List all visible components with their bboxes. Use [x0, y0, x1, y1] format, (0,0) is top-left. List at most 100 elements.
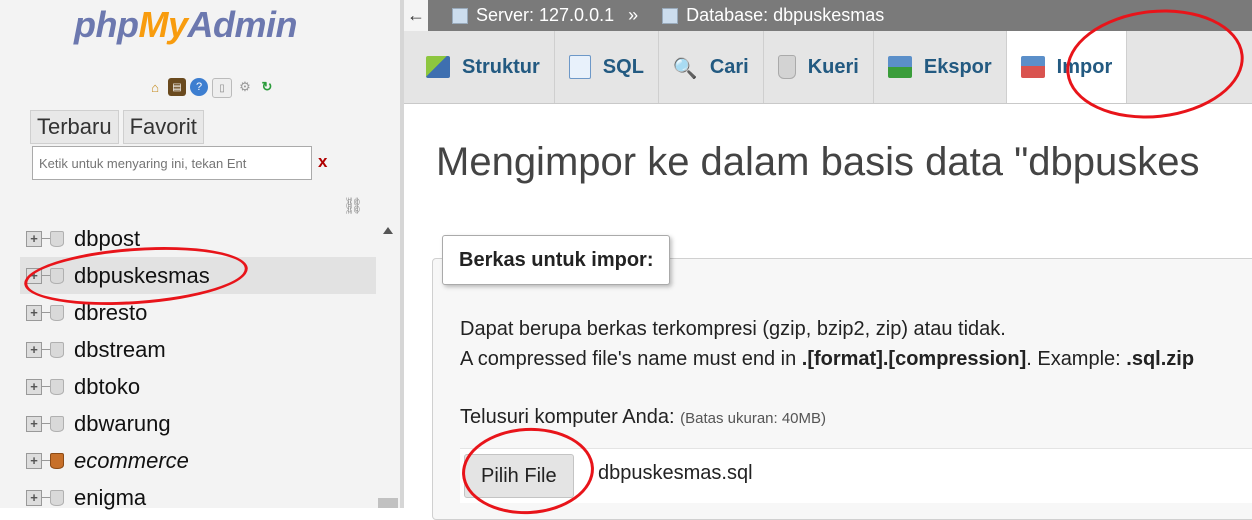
- tree-connector: [42, 275, 50, 276]
- import-file-legend: Berkas untuk impor:: [442, 235, 671, 285]
- database-name[interactable]: ecommerce: [74, 448, 189, 474]
- tab-sql-label: SQL: [602, 55, 644, 78]
- compressed-filename-note: A compressed file's name must end in .[f…: [460, 348, 1194, 371]
- note-format: .[format].[compression]: [801, 348, 1027, 370]
- logo-part-2: My: [138, 4, 188, 45]
- tree-scrollbar[interactable]: [376, 220, 400, 508]
- tab-import-label: Impor: [1056, 55, 1113, 78]
- selected-file-name: dbpuskesmas.sql: [598, 462, 753, 484]
- database-item[interactable]: + dbstream: [20, 331, 380, 368]
- compression-description: Dapat berupa berkas terkompresi (gzip, b…: [460, 318, 1006, 340]
- settings-icon[interactable]: ⚙: [236, 78, 254, 96]
- database-icon: [50, 415, 64, 432]
- database-item[interactable]: + dbpost: [20, 220, 380, 257]
- tree-connector: [42, 460, 50, 461]
- recent-favorite-tabs: Terbaru Favorit: [30, 110, 208, 144]
- database-icon: [50, 230, 64, 247]
- tree-connector: [42, 386, 50, 387]
- tree-connector: [42, 349, 50, 350]
- breadcrumb-server[interactable]: Server: 127.0.0.1: [452, 5, 614, 26]
- database-icon: [50, 378, 64, 395]
- database-name[interactable]: dbpuskesmas: [74, 263, 210, 289]
- tab-query[interactable]: Kueri: [764, 31, 874, 103]
- database-tree: + dbpost + dbpuskesmas + dbresto + dbstream + dbt…: [20, 220, 380, 510]
- expand-icon[interactable]: +: [26, 267, 42, 284]
- expand-icon[interactable]: +: [26, 489, 42, 506]
- nav-icon-row: ⌂ ▤ ? ▯ ⚙ ↻: [146, 78, 276, 98]
- main-tab-bar: Struktur SQL 🔍 Cari Kueri Ekspor Impor: [404, 31, 1252, 104]
- tab-export[interactable]: Ekspor: [874, 31, 1007, 103]
- page-title: Mengimpor ke dalam basis data "dbpuskes: [436, 140, 1200, 184]
- database-name[interactable]: dbtoko: [74, 374, 140, 400]
- tree-connector: [42, 238, 50, 239]
- reload-icon[interactable]: ↻: [258, 78, 276, 96]
- database-name[interactable]: enigma: [74, 485, 146, 511]
- tab-favorite[interactable]: Favorit: [122, 110, 204, 144]
- database-icon: [50, 304, 64, 321]
- database-name[interactable]: dbpost: [74, 226, 140, 252]
- breadcrumb-server-label: Server: 127.0.0.1: [476, 5, 615, 25]
- link-icon[interactable]: ⛓: [343, 196, 363, 216]
- back-button[interactable]: ←: [404, 0, 428, 31]
- scroll-thumb[interactable]: [378, 498, 398, 508]
- browse-label-text: Telusuri komputer Anda:: [460, 406, 675, 428]
- query-icon: [777, 55, 796, 79]
- tab-search[interactable]: 🔍 Cari: [659, 31, 764, 103]
- expand-icon[interactable]: +: [26, 452, 42, 469]
- logo-part-3: Admin: [187, 4, 298, 45]
- tab-structure[interactable]: Struktur: [404, 31, 555, 103]
- search-icon: 🔍: [672, 58, 698, 80]
- docs-icon[interactable]: ▯: [212, 78, 232, 98]
- breadcrumb-database[interactable]: Database: dbpuskesmas: [662, 5, 884, 26]
- navigation-panel: phpMyAdmin ⌂ ▤ ? ▯ ⚙ ↻ Terbaru Favorit x…: [0, 0, 404, 510]
- database-item[interactable]: + dbtoko: [20, 368, 380, 405]
- tab-recent[interactable]: Terbaru: [30, 110, 119, 144]
- database-name[interactable]: dbstream: [74, 337, 166, 363]
- database-icon: [50, 341, 64, 358]
- note-example: .sql.zip: [1126, 348, 1195, 370]
- breadcrumb-separator: »: [628, 5, 639, 25]
- help-icon[interactable]: ?: [190, 78, 208, 96]
- export-icon: [887, 56, 912, 78]
- database-item[interactable]: + dbpuskesmas: [20, 257, 380, 294]
- size-limit-note: (Batas ukuran: 40MB): [680, 410, 827, 427]
- expand-icon[interactable]: +: [26, 304, 42, 321]
- choose-file-button[interactable]: Pilih File: [464, 454, 574, 498]
- expand-icon[interactable]: +: [26, 341, 42, 358]
- database-item[interactable]: + dbresto: [20, 294, 380, 331]
- expand-icon[interactable]: +: [26, 415, 42, 432]
- expand-icon[interactable]: +: [26, 378, 42, 395]
- scroll-up-arrow-icon[interactable]: [383, 227, 393, 234]
- tree-connector: [42, 423, 50, 424]
- tree-connector: [42, 497, 50, 498]
- browse-computer-label: Telusuri komputer Anda: (Batas ukuran: 4…: [460, 406, 826, 429]
- note-text-1: A compressed file's name must end in: [460, 348, 802, 370]
- database-item[interactable]: + ecommerce: [20, 442, 380, 479]
- database-item[interactable]: + dbwarung: [20, 405, 380, 442]
- database-filter-input[interactable]: [32, 146, 312, 180]
- database-name[interactable]: dbwarung: [74, 411, 171, 437]
- breadcrumb: ← Server: 127.0.0.1 » Database: dbpuskes…: [404, 0, 1252, 31]
- breadcrumb-database-label: Database: dbpuskesmas: [686, 5, 885, 25]
- database-icon: [50, 452, 64, 469]
- tab-query-label: Kueri: [807, 55, 859, 78]
- tab-import[interactable]: Impor: [1006, 31, 1128, 103]
- tree-connector: [42, 312, 50, 313]
- phpmyadmin-logo[interactable]: phpMyAdmin: [74, 4, 297, 46]
- database-icon: [50, 489, 64, 506]
- tab-sql[interactable]: SQL: [555, 31, 659, 103]
- database-item[interactable]: + enigma: [20, 479, 380, 516]
- database-name[interactable]: dbresto: [74, 300, 147, 326]
- import-icon: [1020, 56, 1045, 78]
- database-icon: [50, 267, 64, 284]
- tab-search-label: Cari: [709, 55, 749, 78]
- file-input-row: [460, 448, 1252, 503]
- logo-part-1: php: [74, 4, 139, 45]
- sql-icon: [568, 55, 591, 79]
- expand-icon[interactable]: +: [26, 230, 42, 247]
- note-text-2: . Example:: [1026, 348, 1127, 370]
- database-icon[interactable]: ▤: [168, 78, 186, 96]
- clear-filter-button[interactable]: x: [318, 152, 327, 172]
- structure-icon: [426, 56, 450, 78]
- home-icon[interactable]: ⌂: [146, 78, 164, 96]
